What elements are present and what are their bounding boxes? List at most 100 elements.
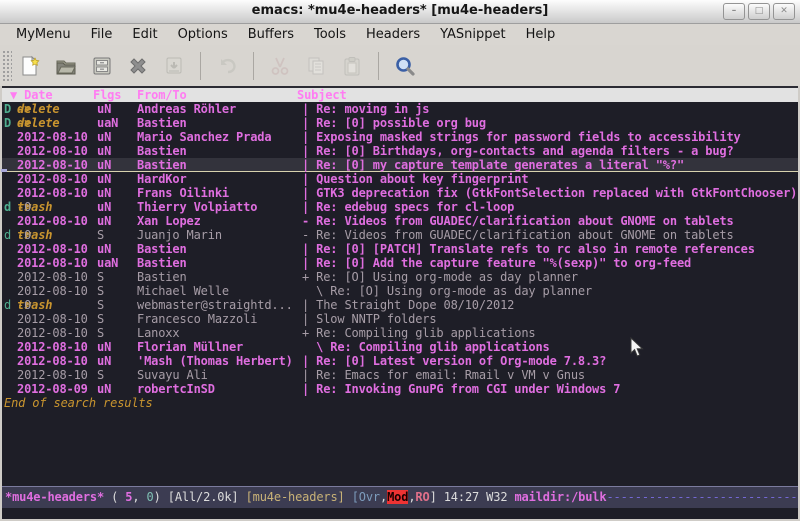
subject-cell: | Re: [0] my capture template generates …: [302, 158, 684, 172]
message-row[interactable]: 2012-08-10SLanoxx+ Re: Compiling glib ap…: [0, 326, 800, 340]
message-row[interactable]: 2012-08-10uNBastien| Re: [0] [PATCH] Tra…: [0, 242, 800, 256]
menu-item-yasnippet[interactable]: YASnippet: [430, 27, 516, 42]
open-folder-icon[interactable]: [53, 53, 79, 79]
copy-icon: [303, 53, 329, 79]
subject-cell: \ Re: [O] Using org-mode as day planner: [302, 284, 592, 298]
message-row[interactable]: 2012-08-09uNrobertcInSD| Re: Invoking Gn…: [0, 382, 800, 396]
point-cursor: [1, 169, 7, 172]
close-button[interactable]: ✕: [773, 3, 795, 20]
minibuffer[interactable]: [0, 508, 800, 519]
subject-cell: | Slow NNTP folders: [302, 312, 436, 326]
subject-cell: | Question about key fingerprint: [302, 172, 528, 186]
menu-bar: MyMenuFileEditOptionsBuffersToolsHeaders…: [0, 24, 800, 45]
maximize-button[interactable]: □: [748, 3, 770, 20]
flags-cell: uN: [97, 200, 111, 214]
subject-cell: | Re: [0] Latest version of Org-mode 7.8…: [302, 354, 606, 368]
minimize-button[interactable]: –: [723, 3, 745, 20]
subject-cell: | Re: [0] possible org bug: [302, 116, 486, 130]
flags-cell: S: [97, 298, 104, 312]
menu-item-file[interactable]: File: [81, 27, 123, 42]
title-bar[interactable]: emacs: *mu4e-headers* [mu4e-headers] –□✕: [0, 0, 800, 24]
toolbar-separator: [200, 52, 201, 80]
date-cell: 2012-08-10: [17, 144, 88, 158]
modeline-segment: ]: [430, 490, 444, 504]
menu-item-mymenu[interactable]: MyMenu: [6, 27, 81, 42]
message-row[interactable]: 2012-08-10uNXan Lopez- Re: Videos from G…: [0, 214, 800, 228]
modeline-segment: 14:27 W32: [444, 490, 515, 504]
date-cell: 2012-08-10: [17, 368, 88, 382]
modeline-segment: ): [154, 490, 168, 504]
save-as-icon: [161, 53, 187, 79]
column-header-fromto[interactable]: From/To: [137, 88, 187, 102]
from-cell: Suvayu Ali: [137, 368, 208, 382]
frame-border-left: [0, 86, 2, 519]
flags-cell: uN: [97, 144, 111, 158]
flags-cell: uaN: [97, 256, 118, 270]
flags-cell: uN: [97, 214, 111, 228]
modeline-segment: maildir:/bulk: [514, 490, 606, 504]
message-row[interactable]: 2012-08-10uN'Mash (Thomas Herbert)| Re: …: [0, 354, 800, 368]
flags-cell: uN: [97, 130, 111, 144]
message-row[interactable]: 2012-08-10uNBastien| Re: [0] my capture …: [0, 158, 800, 172]
flags-cell: uaN: [97, 116, 118, 130]
date-cell: 2012-08-10: [17, 256, 88, 270]
toolbar: [0, 45, 800, 87]
date-cell: 2012-08-10: [17, 158, 88, 172]
message-row[interactable]: D-> deleteuNAndreas Röhler| Re: moving i…: [0, 102, 800, 116]
column-header-flgs[interactable]: Flgs: [93, 88, 121, 102]
column-header-date[interactable]: ▼ Date: [10, 88, 52, 102]
modeline-segment: 0: [147, 490, 154, 504]
headers-column-bar: ▼ Date Flgs From/To Subject: [0, 88, 800, 102]
from-cell: 'Mash (Thomas Herbert): [137, 354, 293, 368]
date-cell: 2012-08-09: [17, 382, 88, 396]
from-cell: Thierry Volpiatto: [137, 200, 257, 214]
message-row[interactable]: D-> deleteuaNBastien| Re: [0] possible o…: [0, 116, 800, 130]
message-row[interactable]: 2012-08-10SMichael Welle \ Re: [O] Using…: [0, 284, 800, 298]
date-cell: 2012-08-10: [17, 326, 88, 340]
subject-cell: | Re: moving in js: [302, 102, 429, 116]
message-row[interactable]: 2012-08-10uNHardKor| Question about key …: [0, 172, 800, 186]
from-cell: Frans Oilinki: [137, 186, 229, 200]
menu-item-help[interactable]: Help: [516, 27, 566, 42]
search-icon[interactable]: [392, 53, 418, 79]
save-icon[interactable]: [89, 53, 115, 79]
message-row[interactable]: 2012-08-10uNFlorian Müllner \ Re: Compil…: [0, 340, 800, 354]
message-row[interactable]: d-> trash 0uNThierry Volpiatto| Re: edeb…: [0, 200, 800, 214]
modeline-segment: [All/2.0k]: [168, 490, 246, 504]
from-cell: robertcInSD: [137, 382, 215, 396]
message-row[interactable]: d-> trash 0Swebmaster@straightd...| The …: [0, 298, 800, 312]
flags-cell: uN: [97, 172, 111, 186]
subject-cell: | Re: edebug specs for cl-loop: [302, 200, 514, 214]
paste-icon: [339, 53, 365, 79]
toolbar-drag-handle[interactable]: [2, 50, 12, 82]
column-header-subject[interactable]: Subject: [297, 88, 347, 102]
new-file-icon[interactable]: [17, 53, 43, 79]
delete-icon[interactable]: [125, 53, 151, 79]
message-row[interactable]: 2012-08-10SFrancesco Mazzoli| Slow NNTP …: [0, 312, 800, 326]
from-cell: Bastien: [137, 158, 187, 172]
mode-line[interactable]: *mu4e-headers* ( 5, 0) [All/2.0k] [mu4e-…: [0, 486, 800, 508]
menu-item-buffers[interactable]: Buffers: [238, 27, 304, 42]
subject-cell: \ Re: Compiling glib applications: [302, 340, 550, 354]
message-row[interactable]: 2012-08-10uNFrans Oilinki| GTK3 deprecat…: [0, 186, 800, 200]
headers-buffer[interactable]: D-> deleteuNAndreas Röhler| Re: moving i…: [0, 102, 800, 486]
modeline-segment: ---------------------------: [606, 490, 797, 504]
message-row[interactable]: 2012-08-10SSuvayu Ali| Re: Emacs for ema…: [0, 368, 800, 382]
undo-icon: [214, 53, 240, 79]
message-row[interactable]: 2012-08-10uNBastien| Re: [0] Birthdays, …: [0, 144, 800, 158]
menu-item-edit[interactable]: Edit: [122, 27, 167, 42]
menu-item-headers[interactable]: Headers: [356, 27, 430, 42]
subject-cell: | Re: [0] Add the capture feature "%(sex…: [302, 256, 691, 270]
from-cell: Bastien: [137, 270, 187, 284]
message-row[interactable]: 2012-08-10uaNBastien| Re: [0] Add the ca…: [0, 256, 800, 270]
flags-cell: uN: [97, 354, 111, 368]
subject-cell: + Re: Compiling glib applications: [302, 326, 535, 340]
menu-item-options[interactable]: Options: [168, 27, 238, 42]
modeline-segment: Mod: [387, 490, 408, 504]
menu-item-tools[interactable]: Tools: [304, 27, 356, 42]
message-row[interactable]: 2012-08-10uNMario Sanchez Prada| Exposin…: [0, 130, 800, 144]
message-row[interactable]: 2012-08-10SBastien+ Re: [O] Using org-mo…: [0, 270, 800, 284]
message-row[interactable]: d-> trash 0SJuanjo Marin- Re: Videos fro…: [0, 228, 800, 242]
date-cell: 2012-08-10: [17, 130, 88, 144]
subject-cell: | GTK3 deprecation fix (GtkFontSelection…: [302, 186, 797, 200]
